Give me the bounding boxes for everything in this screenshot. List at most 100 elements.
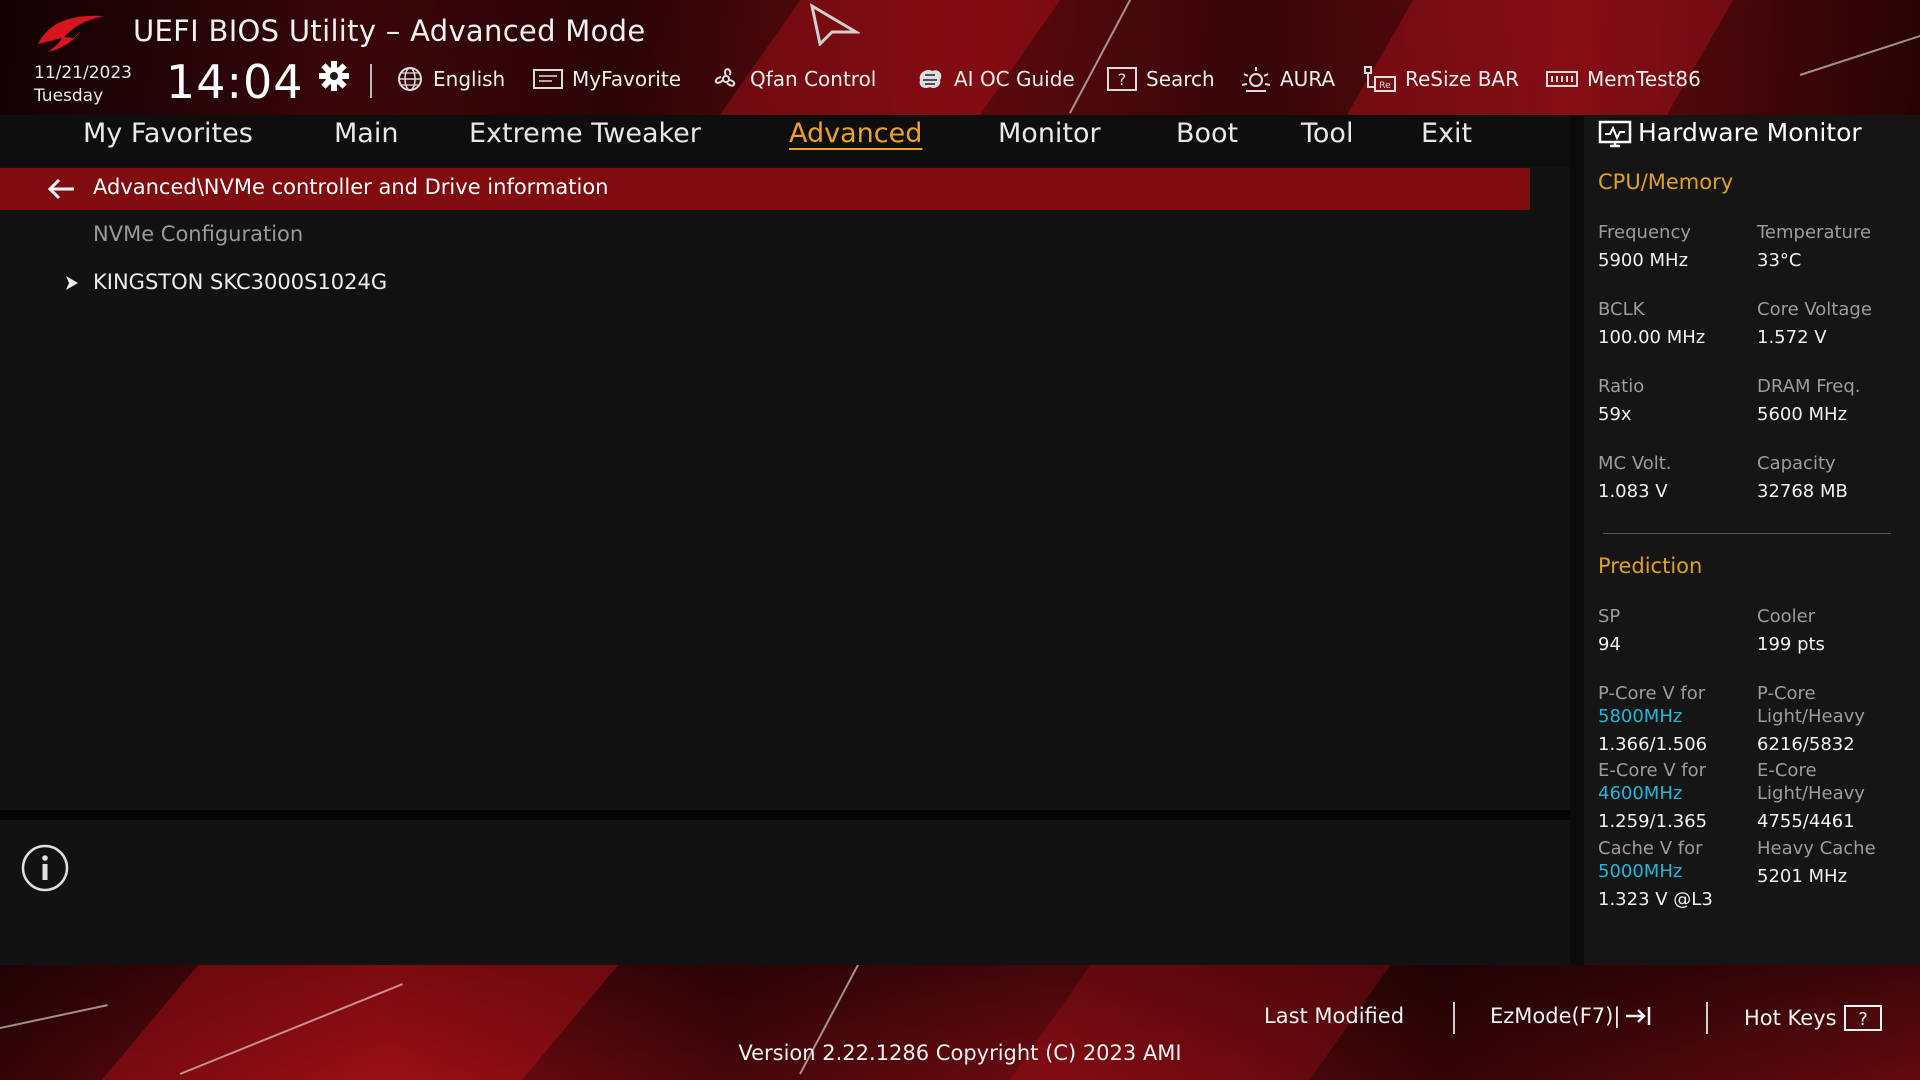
tab-boot[interactable]: Boot — [1176, 118, 1238, 149]
dram-freq-label: DRAM Freq. — [1757, 376, 1861, 397]
red-shard-decoration — [1346, 0, 1734, 115]
ai-oc-guide-button[interactable]: AI OC Guide — [914, 64, 1075, 94]
help-info-pane — [0, 820, 1570, 965]
pcore-v-label: P-Core V for — [1598, 683, 1706, 704]
cooler-value: 199 pts — [1757, 634, 1825, 655]
myfavorite-button[interactable]: MyFavorite — [532, 64, 681, 94]
frequency-label: Frequency — [1598, 222, 1691, 243]
exit-arrow-icon — [1626, 1007, 1651, 1025]
aura-icon — [1241, 67, 1271, 92]
hot-keys-button[interactable]: Hot Keys ? — [1744, 1004, 1883, 1032]
header-separator — [370, 64, 372, 98]
ecore-light-heavy-label: E-Core — [1757, 760, 1817, 781]
tab-main[interactable]: Main — [334, 118, 398, 149]
back-arrow-icon[interactable] — [46, 176, 78, 202]
svg-text:?: ? — [1118, 70, 1127, 89]
monitor-icon — [1598, 120, 1632, 148]
tab-extreme-tweaker[interactable]: Extreme Tweaker — [469, 118, 701, 149]
nvme-configuration-label: NVMe Configuration — [93, 222, 304, 246]
ezmode-button[interactable]: EzMode(F7)| — [1490, 1004, 1654, 1028]
mc-volt-label: MC Volt. — [1598, 453, 1672, 474]
clock-display: 14:04 — [166, 55, 304, 109]
pane-divider — [0, 810, 1570, 820]
main-content-pane — [0, 167, 1570, 810]
frequency-value: 5900 MHz — [1598, 250, 1689, 271]
tab-my-favorites[interactable]: My Favorites — [83, 118, 253, 149]
pcore-light-heavy-label-2: Light/Heavy — [1757, 706, 1865, 727]
hw-monitor-separator — [1603, 533, 1891, 534]
temperature-value: 33°C — [1757, 250, 1802, 271]
drive-menu-item[interactable]: KINGSTON SKC3000S1024G — [93, 270, 387, 294]
heavy-cache-label: Heavy Cache — [1757, 838, 1876, 859]
memtest86-label: MemTest86 — [1587, 67, 1701, 91]
cache-v-label: Cache V for — [1598, 838, 1703, 859]
prediction-heading: Prediction — [1598, 554, 1703, 578]
submenu-arrow-icon — [66, 276, 78, 290]
search-button[interactable]: ? Search — [1106, 64, 1215, 94]
ezmode-label: EzMode(F7)| — [1490, 1004, 1621, 1028]
myfavorite-label: MyFavorite — [572, 67, 682, 91]
ecore-v-label: E-Core V for — [1598, 760, 1707, 781]
resize-bar-button[interactable]: Re ReSize BAR — [1363, 64, 1519, 94]
breadcrumb: Advanced\NVMe controller and Drive infor… — [93, 175, 609, 199]
svg-text:?: ? — [1858, 1009, 1868, 1030]
gear-icon[interactable] — [318, 60, 350, 92]
capacity-label: Capacity — [1757, 453, 1836, 474]
tab-monitor[interactable]: Monitor — [998, 118, 1101, 149]
light-streak-decoration — [1069, 0, 1137, 114]
favorite-icon — [533, 69, 563, 89]
ratio-value: 59x — [1598, 404, 1632, 425]
fan-icon — [714, 68, 736, 87]
version-copyright: Version 2.22.1286 Copyright (C) 2023 AMI — [738, 1041, 1182, 1065]
rog-logo-icon — [38, 15, 104, 52]
language-label: English — [433, 67, 506, 91]
core-voltage-label: Core Voltage — [1757, 299, 1872, 320]
tab-tool[interactable]: Tool — [1301, 118, 1353, 149]
sp-label: SP — [1598, 606, 1621, 627]
mc-volt-value: 1.083 V — [1598, 481, 1668, 502]
light-streak-decoration — [0, 1004, 108, 1029]
ai-oc-icon — [919, 70, 942, 89]
sp-value: 94 — [1598, 634, 1621, 655]
ecore-light-heavy-label-2: Light/Heavy — [1757, 783, 1865, 804]
temperature-label: Temperature — [1757, 222, 1872, 243]
pcore-v-frequency: 5800MHz — [1598, 706, 1683, 727]
bclk-label: BCLK — [1598, 299, 1645, 320]
search-label: Search — [1146, 67, 1215, 91]
pcore-v-value: 1.366/1.506 — [1598, 734, 1708, 755]
bclk-value: 100.00 MHz — [1598, 327, 1706, 348]
capacity-value: 32768 MB — [1757, 481, 1848, 502]
tab-advanced[interactable]: Advanced — [789, 118, 922, 149]
svg-text:Re: Re — [1379, 81, 1391, 91]
light-streak-decoration — [1799, 27, 1920, 76]
red-shard-decoration — [719, 0, 1061, 115]
ecore-light-heavy-value: 4755/4461 — [1757, 811, 1855, 832]
memtest86-button[interactable]: MemTest86 — [1545, 64, 1701, 94]
core-voltage-value: 1.572 V — [1757, 327, 1827, 348]
date-display: 11/21/2023 — [34, 63, 132, 83]
ecore-v-frequency: 4600MHz — [1598, 783, 1683, 804]
info-icon — [21, 844, 69, 892]
qfan-control-button[interactable]: Qfan Control — [710, 64, 876, 94]
resize-bar-icon: Re — [1364, 66, 1396, 92]
mouse-cursor-icon — [809, 2, 860, 46]
aura-label: AURA — [1280, 67, 1336, 91]
app-title: UEFI BIOS Utility – Advanced Mode — [133, 14, 646, 48]
resize-bar-label: ReSize BAR — [1405, 67, 1520, 91]
qfan-control-label: Qfan Control — [750, 67, 877, 91]
heavy-cache-value: 5201 MHz — [1757, 866, 1848, 887]
cache-v-frequency: 5000MHz — [1598, 861, 1683, 882]
aura-button[interactable]: AURA — [1240, 64, 1335, 94]
hardware-monitor-title: Hardware Monitor — [1638, 118, 1862, 147]
ai-oc-guide-label: AI OC Guide — [954, 67, 1075, 91]
ratio-label: Ratio — [1598, 376, 1645, 397]
tab-exit[interactable]: Exit — [1421, 118, 1472, 149]
globe-icon — [398, 67, 422, 91]
language-button[interactable]: English — [395, 64, 505, 94]
cpu-memory-heading: CPU/Memory — [1598, 170, 1734, 194]
last-modified-label: Last Modified — [1264, 1004, 1405, 1028]
day-display: Tuesday — [34, 86, 104, 106]
last-modified-button[interactable]: Last Modified — [1264, 1004, 1404, 1028]
search-icon: ? — [1107, 67, 1137, 91]
footer-separator — [1453, 1002, 1455, 1034]
